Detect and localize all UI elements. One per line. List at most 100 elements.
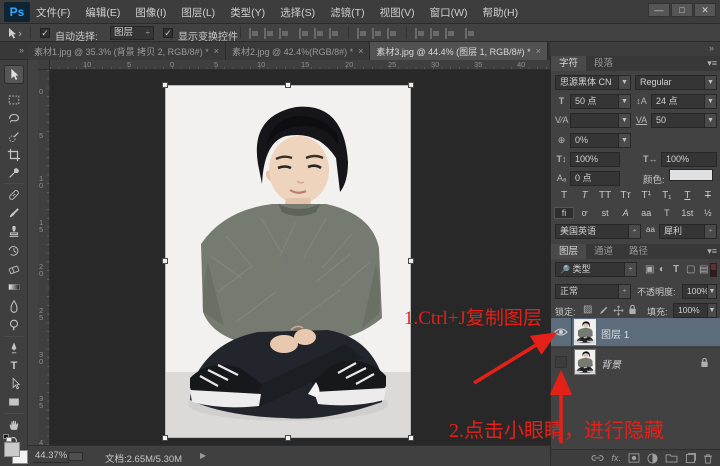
menu-item-4[interactable]: 类型(Y) (230, 5, 265, 20)
transform-handle[interactable] (162, 435, 168, 441)
menu-item-0[interactable]: 文件(F) (36, 5, 70, 20)
tracking-dropdown[interactable]: 50 ▼ (651, 113, 717, 128)
align-distribute-icon-10[interactable] (429, 28, 440, 39)
tool-lasso[interactable] (5, 109, 23, 126)
filter-adjustment-icon[interactable]: ◐ (659, 264, 665, 275)
document-tab-2[interactable]: 素材2.jpg @ 42.4%(RGB/8#) * × (225, 42, 371, 60)
transform-handle[interactable] (285, 82, 291, 88)
opentype-button-7[interactable]: ½ (699, 208, 717, 218)
filter-type-icon[interactable]: T (673, 264, 679, 275)
visibility-toggle[interactable] (551, 348, 572, 376)
toolbar-collapse-button[interactable]: » (0, 42, 28, 60)
tool-marquee[interactable] (5, 91, 23, 108)
lock-transparency-icon[interactable]: ▨ (583, 304, 592, 315)
transform-handle[interactable] (408, 435, 414, 441)
foreground-color-swatch[interactable] (4, 442, 20, 457)
close-button[interactable]: ✕ (694, 3, 716, 17)
font-family-dropdown[interactable]: 思源黑体 CN ▼ (555, 75, 631, 90)
horizontal-ruler[interactable]: 10 5 0 5 10 15 20 25 30 35 40 (50, 60, 550, 70)
transform-handle[interactable] (285, 435, 291, 441)
align-distribute-icon-4[interactable] (313, 28, 324, 39)
tsume-dropdown[interactable]: 0% ▼ (570, 133, 631, 148)
layer-mask-icon[interactable] (628, 453, 640, 463)
tool-eraser[interactable] (5, 260, 23, 277)
menu-item-3[interactable]: 图层(L) (181, 5, 215, 20)
transform-handle[interactable] (162, 82, 168, 88)
text-color-swatch[interactable] (669, 169, 713, 181)
opentype-button-2[interactable]: st (596, 208, 614, 218)
align-distribute-icon-6[interactable] (356, 28, 367, 39)
show-transform-checkbox[interactable]: ✓ (163, 28, 173, 38)
auto-select-dropdown[interactable]: 图层 ÷ (110, 26, 154, 40)
align-distribute-icon-9[interactable] (414, 28, 425, 39)
tool-quick-select[interactable] (5, 128, 23, 145)
tool-shape[interactable] (5, 393, 23, 410)
menu-item-9[interactable]: 帮助(H) (483, 5, 519, 20)
link-layers-icon[interactable] (591, 453, 605, 463)
align-distribute-icon-5[interactable] (328, 28, 339, 39)
filter-shape-icon[interactable]: ▢ (686, 264, 695, 275)
menu-item-8[interactable]: 窗口(W) (430, 5, 468, 20)
transform-handle[interactable] (162, 258, 168, 264)
layer-name[interactable]: 图层 1 (601, 326, 629, 341)
type-style-button-3[interactable]: Tᴛ (617, 190, 635, 201)
new-group-icon[interactable] (665, 453, 678, 463)
zoom-level-field[interactable]: 44.37% (33, 450, 70, 463)
anti-alias-dropdown[interactable]: 犀利 ÷ (659, 224, 717, 239)
default-colors-icon[interactable] (3, 434, 12, 442)
panel-collapse-button[interactable]: » (550, 42, 720, 56)
language-dropdown[interactable]: 美国英语 ÷ (555, 224, 641, 239)
filter-toggle-switch[interactable] (710, 263, 717, 277)
menu-item-2[interactable]: 图像(I) (135, 5, 166, 20)
tool-path-select[interactable] (5, 375, 23, 392)
tool-pen[interactable] (5, 339, 23, 356)
tool-hand[interactable] (5, 416, 23, 433)
horizontal-scale-field[interactable]: 100% (661, 152, 717, 167)
tool-move[interactable] (4, 65, 24, 84)
type-style-button-7[interactable]: T (699, 190, 717, 201)
type-style-button-0[interactable]: T (555, 190, 573, 201)
layer-thumbnail[interactable] (574, 349, 596, 375)
status-expand-icon[interactable]: ▶ (200, 451, 206, 460)
font-style-dropdown[interactable]: Regular ▼ (635, 75, 717, 90)
align-distribute-icon-0[interactable] (248, 28, 259, 39)
status-options-icon[interactable] (68, 452, 83, 461)
align-distribute-icon-3[interactable] (298, 28, 309, 39)
opentype-button-5[interactable]: T (658, 208, 676, 218)
tool-type[interactable]: T (5, 357, 23, 374)
type-style-button-2[interactable]: TT (596, 190, 614, 201)
tab-paragraph[interactable]: 段落 (586, 56, 621, 71)
panel-menu-icon[interactable]: ▾≡ (707, 58, 717, 69)
baseline-shift-field[interactable]: 0 点 (570, 171, 620, 186)
tool-gradient[interactable] (5, 278, 23, 295)
align-distribute-icon-8[interactable] (386, 28, 397, 39)
minimize-button[interactable]: — (648, 3, 670, 17)
layer-name[interactable]: 背景 (601, 356, 621, 371)
tool-clone-stamp[interactable] (5, 223, 23, 240)
visibility-toggle[interactable] (551, 318, 572, 346)
font-size-dropdown[interactable]: 50 点 ▼ (570, 94, 631, 109)
filter-pixel-icon[interactable]: ▣ (645, 264, 654, 275)
type-style-button-4[interactable]: T¹ (637, 190, 655, 201)
opentype-button-0[interactable]: fi (554, 206, 574, 219)
align-distribute-icon-11[interactable] (444, 28, 455, 39)
tool-crop[interactable] (5, 146, 23, 163)
type-style-button-1[interactable]: T (576, 190, 594, 201)
tab-channels[interactable]: 通道 (586, 244, 621, 259)
delete-layer-icon[interactable] (703, 453, 713, 464)
opacity-field[interactable]: 100% ▼ (682, 284, 717, 299)
menu-item-5[interactable]: 选择(S) (280, 5, 315, 20)
document-tab-1[interactable]: 素材1.jpg @ 35.3% (背景 拷贝 2, RGB/8#) * × (28, 42, 226, 60)
lock-all-icon[interactable] (628, 304, 637, 315)
tab-layers[interactable]: 图层 (551, 244, 587, 259)
type-style-button-6[interactable]: T (678, 190, 696, 201)
transform-handle[interactable] (408, 82, 414, 88)
new-layer-icon[interactable] (685, 452, 696, 464)
fill-field[interactable]: 100% ▼ (673, 303, 717, 318)
filter-smart-object-icon[interactable]: ▤ (699, 264, 708, 275)
align-distribute-icon-7[interactable] (371, 28, 382, 39)
eye-hidden-checkbox[interactable] (555, 356, 567, 368)
tool-brush[interactable] (5, 204, 23, 221)
kerning-dropdown[interactable]: ▼ (570, 113, 631, 128)
tab-close-icon[interactable]: × (214, 46, 219, 56)
